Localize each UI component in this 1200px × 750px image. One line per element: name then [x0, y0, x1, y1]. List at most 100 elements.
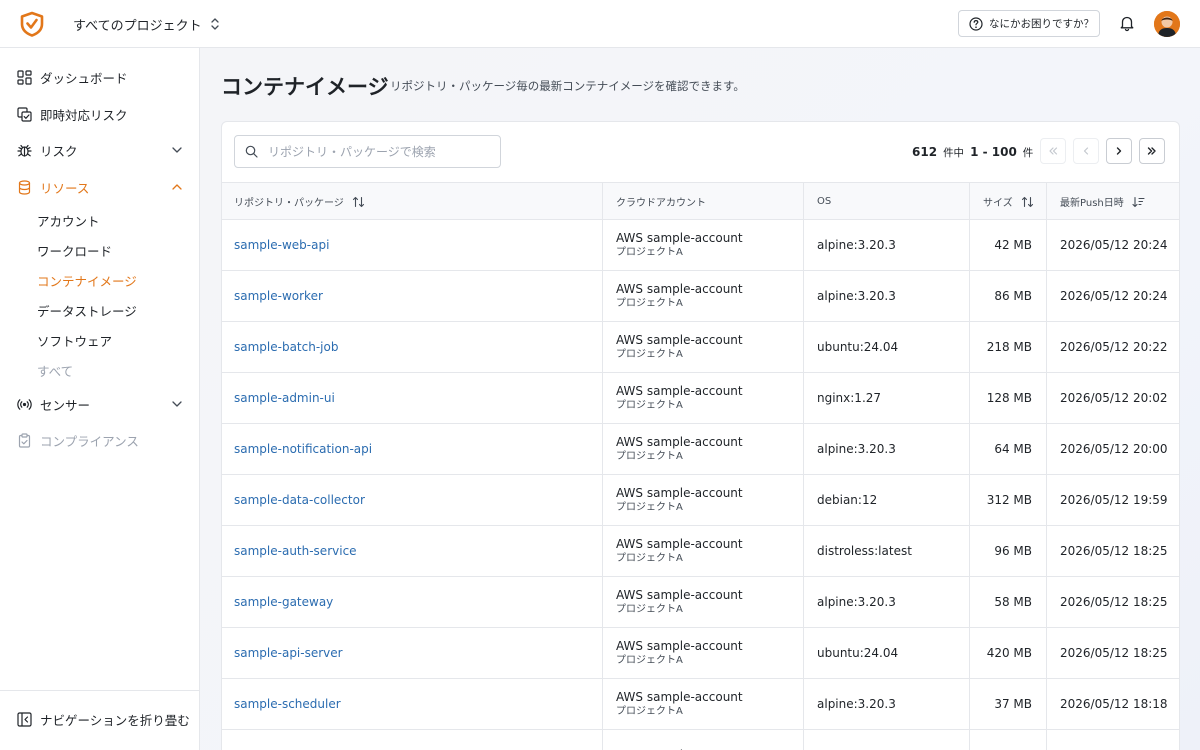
cloud-account-name: AWS sample-account: [616, 230, 743, 245]
table-row[interactable]: sample-worker AWS sample-account プロジェクトA al…: [222, 271, 1179, 322]
previous-page-button[interactable]: [1073, 138, 1099, 164]
table-row[interactable]: sample-gateway AWS sample-account プロジェクトA a…: [222, 577, 1179, 628]
repository-link[interactable]: sample-notification-api: [234, 442, 602, 456]
column-header-label: OS: [817, 196, 832, 207]
dashboard-icon: [17, 69, 32, 85]
immediate-risk-icon: [17, 106, 32, 122]
size-value: 96 MB: [994, 544, 1032, 558]
page-title: コンテナイメージ: [221, 75, 389, 99]
column-header-label: サイズ: [983, 198, 1013, 209]
table-row[interactable]: sample-scheduler AWS sample-account プロジェクト…: [222, 679, 1179, 730]
sidebar-sub-item-software[interactable]: ソフトウェア: [37, 331, 112, 350]
sidebar-sub-item-all[interactable]: すべて: [37, 361, 73, 380]
next-page-button[interactable]: [1106, 138, 1132, 164]
sidebar-item-label: 即時対応リスク: [40, 107, 128, 123]
project-name: プロジェクトA: [616, 705, 683, 717]
repository-link[interactable]: sample-batch-job: [234, 340, 602, 354]
cloud-account-name: AWS sample-account: [616, 281, 743, 296]
cloud-account-name: AWS sample-account: [616, 485, 743, 500]
top-header: すべてのプロジェクト なにかお困りですか？: [0, 0, 1200, 48]
sort-icon: [352, 196, 364, 207]
size-cell: 58 MB: [969, 577, 1046, 627]
os-cell: [803, 730, 969, 750]
search-box: [234, 135, 501, 168]
repository-cell: sample-data-collector: [222, 475, 602, 525]
size-cell: 420 MB: [969, 628, 1046, 678]
search-input[interactable]: [268, 144, 488, 159]
table-row[interactable]: AWS sample-account: [222, 730, 1179, 750]
last-pushed-value: 2026/05/12 19:59: [1060, 493, 1168, 507]
collapse-navigation-button[interactable]: ナビゲーションを折り畳む: [17, 710, 190, 729]
sidebar-item-dashboard[interactable]: ダッシュボード: [17, 66, 187, 88]
last-pushed-cell: [1046, 730, 1179, 750]
column-header-label: 最新Push日時: [1060, 198, 1124, 209]
last-pushed-value: 2026/05/12 20:00: [1060, 442, 1168, 456]
table-row[interactable]: sample-notification-api AWS sample-accoun…: [222, 424, 1179, 475]
bell-icon[interactable]: [1118, 14, 1136, 32]
total-count-unit: 件中: [943, 147, 965, 159]
column-header-size[interactable]: サイズ: [969, 183, 1046, 220]
project-name: プロジェクトA: [616, 348, 683, 360]
repository-link[interactable]: sample-web-api: [234, 238, 602, 252]
project-name: プロジェクトA: [616, 603, 683, 615]
cloud-account-name: AWS sample-account: [616, 536, 743, 551]
sidebar-sub-item-workloads[interactable]: ワークロード: [37, 241, 112, 260]
column-header-cloud-account: クラウドアカウント: [602, 183, 803, 220]
table-row[interactable]: sample-data-collector AWS sample-account プ…: [222, 475, 1179, 526]
last-pushed-cell: 2026/05/12 20:02: [1046, 373, 1179, 423]
os-value: debian:12: [817, 493, 878, 507]
help-button-label: なにかお困りですか？: [989, 18, 1094, 30]
table-row[interactable]: sample-batch-job AWS sample-account プロジェクト…: [222, 322, 1179, 373]
column-header-repository[interactable]: リポジトリ・パッケージ: [234, 183, 365, 220]
sidebar-sub-item-data-storage[interactable]: データストレージ: [37, 301, 137, 320]
sidebar-item-label: リソース: [40, 180, 90, 196]
project-selector[interactable]: すべてのプロジェクト: [73, 14, 220, 34]
repository-link[interactable]: sample-auth-service: [234, 544, 602, 558]
page-description: リポジトリ・パッケージ毎の最新コンテナイメージを確認できます。: [390, 79, 745, 93]
sidebar-item-sensors[interactable]: センサー: [17, 393, 187, 415]
sort-descending-icon: [1132, 196, 1145, 207]
database-icon: [18, 179, 31, 195]
app-logo-icon[interactable]: [19, 11, 45, 37]
first-page-button[interactable]: [1040, 138, 1066, 164]
os-value: alpine:3.20.3: [817, 289, 896, 303]
os-cell: alpine:3.20.3: [803, 220, 969, 270]
sidebar-item-risk[interactable]: リスク: [17, 139, 187, 161]
table-row[interactable]: sample-admin-ui AWS sample-account プロジェクトA…: [222, 373, 1179, 424]
sidebar-sub-item-accounts[interactable]: アカウント: [37, 211, 100, 230]
size-value: 37 MB: [994, 697, 1032, 711]
repository-link[interactable]: sample-api-server: [234, 646, 602, 660]
table-row[interactable]: sample-web-api AWS sample-account プロジェクトA a…: [222, 220, 1179, 271]
project-selector-label: すべてのプロジェクト: [73, 18, 202, 34]
os-value: alpine:3.20.3: [817, 238, 896, 252]
sidebar-item-label: リスク: [40, 143, 78, 159]
last-pushed-cell: 2026/05/12 18:25: [1046, 628, 1179, 678]
sidebar-item-immediate-risk[interactable]: 即時対応リスク: [17, 103, 187, 125]
repository-link[interactable]: sample-scheduler: [234, 697, 602, 711]
page-range: 1 - 100: [970, 145, 1017, 159]
last-pushed-value: 2026/05/12 20:24: [1060, 289, 1168, 303]
collapse-navigation: ナビゲーションを折り畳む: [0, 690, 199, 750]
repository-link[interactable]: sample-gateway: [234, 595, 602, 609]
column-header-last-pushed[interactable]: 最新Push日時: [1046, 183, 1179, 220]
repository-link[interactable]: sample-admin-ui: [234, 391, 602, 405]
sidebar-item-resources[interactable]: リソース: [17, 176, 187, 198]
last-pushed-cell: 2026/05/12 20:22: [1046, 322, 1179, 372]
page-range-unit: 件: [1022, 147, 1034, 159]
table-row[interactable]: sample-api-server AWS sample-account プロジェク…: [222, 628, 1179, 679]
table-row[interactable]: sample-auth-service AWS sample-account プロジ…: [222, 526, 1179, 577]
os-value: ubuntu:24.04: [817, 646, 899, 660]
sidebar-sub-item-container-images[interactable]: コンテナイメージ: [37, 271, 137, 290]
sidebar-item-compliance[interactable]: コンプライアンス: [17, 429, 187, 451]
size-cell: 218 MB: [969, 322, 1046, 372]
size-value: 420 MB: [986, 646, 1032, 660]
cloud-account-name: AWS sample-account: [616, 434, 743, 449]
repository-link[interactable]: sample-worker: [234, 289, 602, 303]
help-button[interactable]: なにかお困りですか？: [958, 10, 1100, 37]
last-page-button[interactable]: [1139, 138, 1165, 164]
sort-icon: [1021, 196, 1033, 207]
user-avatar[interactable]: [1154, 11, 1180, 37]
size-value: 42 MB: [994, 238, 1032, 252]
repository-link[interactable]: sample-data-collector: [234, 493, 602, 507]
last-pushed-value: 2026/05/12 18:18: [1060, 697, 1168, 711]
